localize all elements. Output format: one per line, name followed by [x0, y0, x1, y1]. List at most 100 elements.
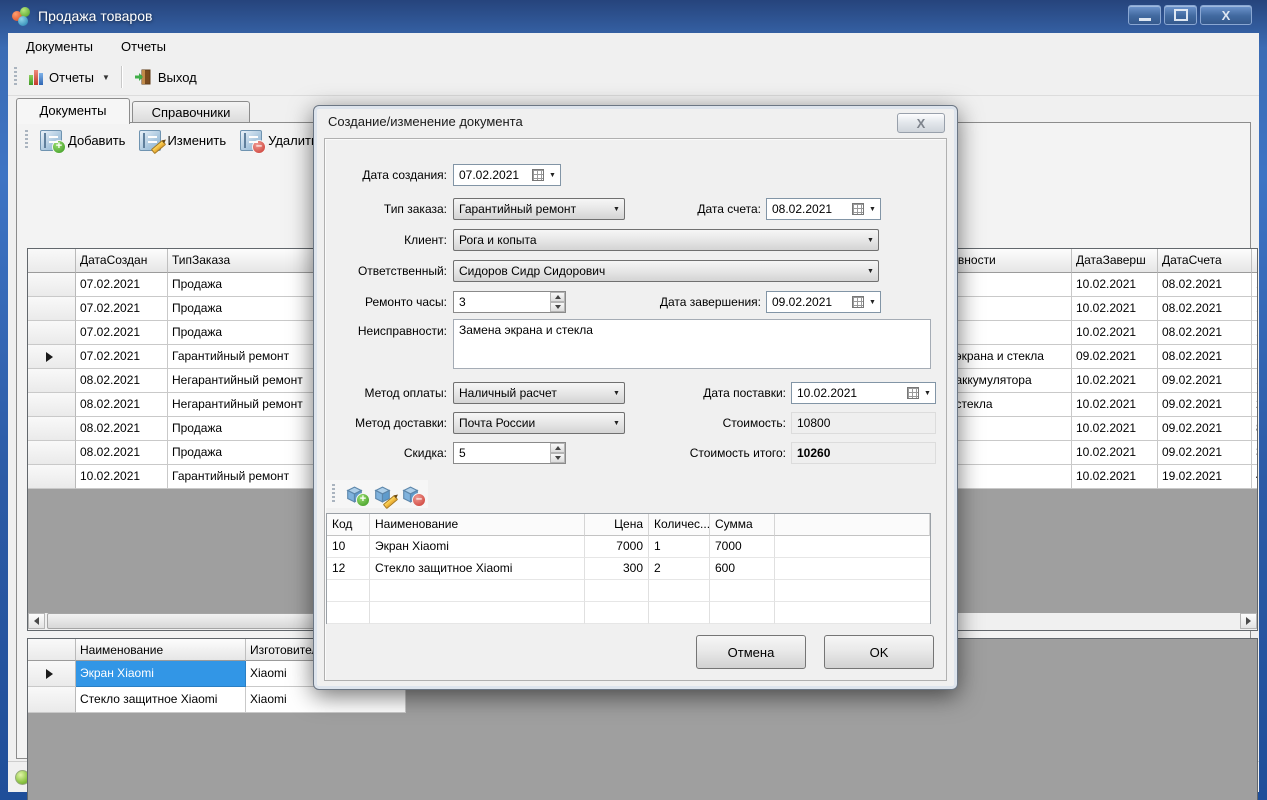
invoice-date-field[interactable]: 08.02.2021 ▼ [766, 198, 881, 220]
titlebar[interactable]: Продажа товаров X [0, 0, 1267, 33]
toolbar-separator [120, 66, 123, 88]
client-select[interactable]: Рога и копыта ▼ [453, 229, 879, 251]
header-rowselector [28, 249, 76, 273]
cost-field: 10800 [791, 412, 936, 434]
discount-stepper[interactable]: 5 [453, 442, 566, 464]
edit-button[interactable]: Изменить [132, 126, 233, 154]
dialog-close-button[interactable]: X [897, 113, 945, 133]
reports-button-label: Отчеты [49, 69, 94, 85]
chevron-down-icon[interactable]: ▼ [865, 206, 880, 213]
stepper-down-icon[interactable] [550, 453, 565, 463]
chevron-down-icon: ▼ [867, 236, 874, 244]
menubar: Документы Отчеты [8, 33, 1267, 59]
tab-documents[interactable]: Документы [16, 98, 130, 124]
chevron-down-icon[interactable]: ▼ [920, 390, 935, 397]
header-qty[interactable]: Количес... [649, 514, 710, 536]
faults-textarea[interactable]: Замена экрана и стекла [453, 319, 931, 369]
items-table-header: Код Наименование Цена Количес... Сумма [327, 514, 930, 536]
payment-method-select[interactable]: Наличный расчет ▼ [453, 382, 625, 404]
stepper-up-icon[interactable] [550, 292, 565, 302]
items-toolbar-grip [332, 484, 335, 504]
ok-button[interactable]: OK [824, 635, 934, 669]
completion-date-label: Дата завершения: [659, 295, 761, 309]
window-controls: X [1128, 5, 1252, 25]
notebook-delete-icon: – [240, 129, 267, 154]
header-name[interactable]: Наименование [76, 639, 246, 661]
delivery-date-label: Дата поставки: [703, 386, 786, 400]
completion-date-field[interactable]: 09.02.2021 ▼ [766, 291, 881, 313]
grid-toolbar: + Добавить Изменить – Удалить [19, 125, 325, 155]
toolbar-grip [14, 67, 17, 87]
chevron-down-icon: ▼ [613, 389, 620, 397]
add-button[interactable]: + Добавить [33, 126, 132, 154]
cancel-button[interactable]: Отмена [696, 635, 806, 669]
order-type-select[interactable]: Гарантийный ремонт ▼ [453, 198, 625, 220]
faults-label: Неисправности: [357, 324, 447, 338]
responsible-label: Ответственный: [357, 264, 447, 278]
close-button[interactable]: X [1200, 5, 1252, 25]
scroll-right-icon[interactable] [1240, 613, 1257, 629]
notebook-add-icon: + [40, 129, 66, 154]
delivery-date-field[interactable]: 10.02.2021 ▼ [791, 382, 936, 404]
header-created[interactable]: ДатаСоздан [76, 249, 168, 273]
exit-button[interactable]: Выход [127, 63, 204, 91]
item-add-button[interactable]: + [340, 481, 370, 507]
header-partial [1252, 249, 1257, 273]
stepper-down-icon[interactable] [550, 302, 565, 312]
date-created-field[interactable]: 07.02.2021 ▼ [453, 164, 561, 186]
chevron-down-icon: ▼ [613, 419, 620, 427]
dialog-items-table[interactable]: Код Наименование Цена Количес... Сумма 1… [326, 513, 931, 624]
current-row-icon [46, 352, 53, 362]
chevron-down-icon[interactable]: ▼ [545, 172, 560, 179]
repair-hours-label: Ремонто часы: [365, 295, 447, 309]
reports-button[interactable]: Отчеты ▼ [22, 63, 117, 91]
menu-documents[interactable]: Документы [26, 39, 93, 54]
header-rowselector [28, 639, 76, 661]
header-invoice[interactable]: ДатаСчета [1158, 249, 1252, 273]
table-row-empty [327, 602, 930, 624]
header-name[interactable]: Наименование [370, 514, 585, 536]
header-ordertype[interactable]: ТипЗаказа [168, 249, 328, 273]
cost-total-field: 10260 [791, 442, 936, 464]
maximize-button[interactable] [1164, 5, 1197, 25]
order-type-label: Тип заказа: [383, 202, 447, 216]
discount-label: Скидка: [403, 446, 447, 460]
item-delete-button[interactable]: – [396, 481, 426, 507]
window-title: Продажа товаров [38, 8, 153, 24]
current-row-icon [46, 669, 53, 679]
grid-toolbar-grip [25, 130, 28, 150]
table-row[interactable]: 10 Экран Xiaomi 7000 1 7000 [327, 536, 930, 558]
notebook-edit-icon [139, 129, 167, 154]
table-row[interactable]: 12 Стекло защитное Xiaomi 300 2 600 [327, 558, 930, 580]
stepper-up-icon[interactable] [550, 443, 565, 453]
maximize-icon [1173, 9, 1188, 21]
door-icon [134, 69, 151, 85]
header-code[interactable]: Код [327, 514, 370, 536]
responsible-select[interactable]: Сидоров Сидр Сидорович ▼ [453, 260, 879, 282]
stepper-buttons [550, 443, 565, 463]
header-sum[interactable]: Сумма [710, 514, 775, 536]
delete-button[interactable]: – Удалить [233, 126, 325, 154]
item-edit-button[interactable] [368, 481, 399, 510]
close-icon: X [1221, 7, 1231, 23]
menu-reports[interactable]: Отчеты [121, 39, 166, 54]
tab-references[interactable]: Справочники [132, 101, 250, 124]
header-finished[interactable]: ДатаЗаверш [1072, 249, 1158, 273]
chevron-down-icon: ▼ [867, 267, 874, 275]
chevron-down-icon[interactable]: ▼ [865, 299, 880, 306]
dialog-title: Создание/изменение документа [328, 114, 523, 129]
delivery-method-select[interactable]: Почта России ▼ [453, 412, 625, 434]
scroll-left-icon[interactable] [28, 613, 45, 629]
minimize-button[interactable] [1128, 5, 1161, 25]
edit-button-label: Изменить [167, 132, 227, 148]
repair-hours-stepper[interactable]: 3 [453, 291, 566, 313]
invoice-date-label: Дата счета: [697, 202, 761, 216]
delivery-method-label: Метод доставки: [355, 416, 447, 430]
exit-button-label: Выход [157, 69, 197, 85]
payment-method-label: Метод оплаты: [364, 386, 447, 400]
client-label: Клиент: [404, 233, 447, 247]
header-price[interactable]: Цена [585, 514, 649, 536]
table-row[interactable]: Стекло защитное Xiaomi Xiaomi [28, 687, 1257, 713]
close-icon: X [916, 115, 926, 131]
items-toolbar: + – [326, 480, 428, 510]
